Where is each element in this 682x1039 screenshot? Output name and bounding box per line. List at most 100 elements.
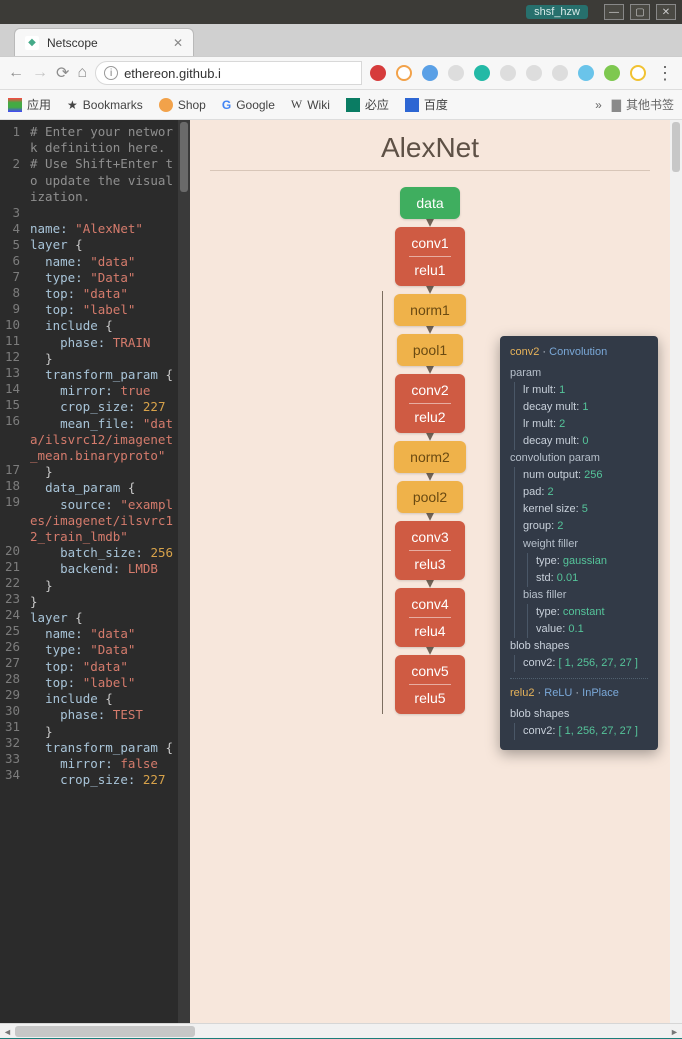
ext-grey-a-icon[interactable]	[448, 65, 464, 81]
ext-skyblue-icon[interactable]	[578, 65, 594, 81]
code-token: phase:	[60, 707, 105, 722]
code-editor[interactable]: 1234567891011121314151617181920212223242…	[0, 120, 190, 1023]
code-line[interactable]: name: "data"	[30, 626, 174, 642]
code-line[interactable]: }	[30, 594, 174, 610]
code-line[interactable]: source: "examples/imagenet/ilsvrc12_trai…	[30, 497, 174, 546]
network-diagram[interactable]: AlexNet data▾conv1relu1▾norm1▾pool1▾conv…	[190, 120, 670, 1023]
code-line[interactable]: }	[30, 464, 174, 480]
node-pool1[interactable]: pool1	[397, 334, 463, 366]
bookmark-google[interactable]: G Google	[222, 98, 275, 112]
code-token: "Data"	[90, 642, 135, 657]
code-line[interactable]: transform_param {	[30, 367, 174, 383]
code-line[interactable]: mirror: true	[30, 383, 174, 399]
node-pool2[interactable]: pool2	[397, 481, 463, 513]
code-line[interactable]: }	[30, 351, 174, 367]
node-conv5[interactable]: conv5relu5	[395, 655, 464, 714]
gutter-line: 20	[0, 543, 20, 559]
window-minimize-button[interactable]: —	[604, 4, 624, 20]
bookmark-shop[interactable]: Shop	[159, 98, 206, 112]
bookmark-bing[interactable]: 必应	[346, 96, 389, 113]
editor-scroll-thumb[interactable]	[180, 122, 188, 192]
bookmark-wiki[interactable]: W Wiki	[291, 97, 330, 112]
code-line[interactable]: type: "Data"	[30, 642, 174, 658]
diagram-scroll-thumb[interactable]	[672, 122, 680, 172]
code-line[interactable]: phase: TEST	[30, 707, 174, 723]
code-line[interactable]: }	[30, 578, 174, 594]
code-line[interactable]: top: "data"	[30, 659, 174, 675]
nav-forward-icon[interactable]: →	[32, 64, 48, 82]
browser-menu-icon[interactable]: ⋮	[656, 63, 674, 84]
node-conv1[interactable]: conv1relu1	[395, 227, 464, 286]
code-line[interactable]: crop_size: 227	[30, 772, 174, 788]
code-line[interactable]: mirror: false	[30, 756, 174, 772]
code-line[interactable]: name: "AlexNet"	[30, 221, 174, 237]
code-line[interactable]: # Enter your network definition here.	[30, 124, 174, 156]
code-line[interactable]: name: "data"	[30, 254, 174, 270]
code-line[interactable]	[30, 205, 174, 221]
address-bar[interactable]: i ethereon.github.i	[95, 61, 362, 85]
ext-blue-v-icon[interactable]	[422, 65, 438, 81]
bookmark-bookmarks[interactable]: ★ Bookmarks	[67, 98, 143, 112]
tab-close-icon[interactable]: ✕	[173, 36, 183, 50]
nav-back-icon[interactable]: ←	[8, 64, 24, 82]
bookmark-apps-label: 应用	[27, 96, 51, 113]
code-line[interactable]: }	[30, 724, 174, 740]
code-line[interactable]: include {	[30, 318, 174, 334]
ext-grey-g-icon[interactable]	[526, 65, 542, 81]
code-line[interactable]: layer {	[30, 610, 174, 626]
code-line[interactable]: phase: TRAIN	[30, 335, 174, 351]
nav-reload-icon[interactable]: ⟳	[56, 63, 69, 83]
gutter-line: 11	[0, 333, 20, 349]
ext-abp-icon[interactable]	[370, 65, 386, 81]
bookmarks-overflow[interactable]: »	[595, 98, 602, 112]
code-line[interactable]: mean_file: "data/ilsvrc12/imagenet_mean.…	[30, 416, 174, 465]
code-token: top:	[45, 675, 75, 690]
bookmark-apps[interactable]: 应用	[8, 96, 51, 113]
editor-code[interactable]: # Enter your network definition here.# U…	[24, 120, 178, 1023]
code-line[interactable]: top: "label"	[30, 302, 174, 318]
code-line[interactable]: type: "Data"	[30, 270, 174, 286]
bookmark-other[interactable]: ▇ 其他书签	[612, 96, 674, 113]
ext-teal-m-icon[interactable]	[474, 65, 490, 81]
window-maximize-button[interactable]: ▢	[630, 4, 650, 20]
gutter-line: 8	[0, 285, 20, 301]
hscroll-right-icon[interactable]: ►	[667, 1024, 682, 1039]
code-token: # Enter your network definition here.	[30, 124, 173, 155]
node-conv4[interactable]: conv4relu4	[395, 588, 464, 647]
ext-grey-tri-icon[interactable]	[552, 65, 568, 81]
ext-hand-icon[interactable]	[500, 65, 516, 81]
node-conv3[interactable]: conv3relu3	[395, 521, 464, 580]
ext-yellow-ring-icon[interactable]	[630, 65, 646, 81]
code-token	[30, 399, 60, 414]
code-line[interactable]: top: "data"	[30, 286, 174, 302]
page-scrollbar-horizontal[interactable]: ◄ ►	[0, 1023, 682, 1038]
window-close-button[interactable]: ✕	[656, 4, 676, 20]
code-line[interactable]: layer {	[30, 237, 174, 253]
code-line[interactable]: backend: LMDB	[30, 561, 174, 577]
bookmark-baidu[interactable]: 百度	[405, 96, 448, 113]
code-line[interactable]: data_param {	[30, 480, 174, 496]
node-norm1[interactable]: norm1	[394, 294, 466, 326]
node-divider	[409, 684, 450, 685]
node-data[interactable]: data	[400, 187, 460, 219]
code-token	[30, 497, 60, 512]
tooltip-convparam-label: convolution param	[510, 450, 648, 467]
ext-circle-orange-icon[interactable]	[396, 65, 412, 81]
editor-scrollbar-vertical[interactable]	[178, 120, 190, 1023]
browser-tab-netscope[interactable]: ◆ Netscope ✕	[14, 28, 194, 56]
nav-home-icon[interactable]: ⌂	[77, 64, 87, 82]
hscroll-left-icon[interactable]: ◄	[0, 1024, 15, 1039]
node-conv2[interactable]: conv2relu2	[395, 374, 464, 433]
site-info-icon[interactable]: i	[104, 66, 118, 80]
code-line[interactable]: batch_size: 256	[30, 545, 174, 561]
code-line[interactable]: include {	[30, 691, 174, 707]
hscroll-thumb[interactable]	[15, 1026, 195, 1037]
diagram-scrollbar-vertical[interactable]	[670, 120, 682, 1023]
code-line[interactable]: transform_param {	[30, 740, 174, 756]
code-line[interactable]: # Use Shift+Enter to update the visualiz…	[30, 156, 174, 205]
code-line[interactable]: crop_size: 227	[30, 399, 174, 415]
code-line[interactable]: top: "label"	[30, 675, 174, 691]
code-token	[30, 756, 60, 771]
node-norm2[interactable]: norm2	[394, 441, 466, 473]
ext-download-icon[interactable]	[604, 65, 620, 81]
